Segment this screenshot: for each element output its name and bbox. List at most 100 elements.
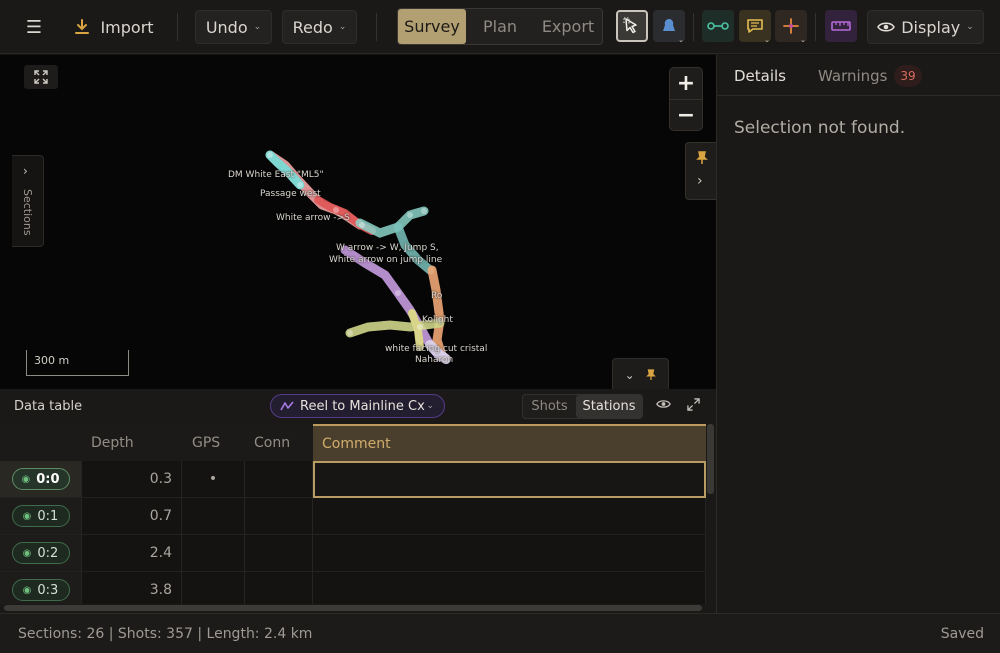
table-row[interactable]: ◉ 0:0 0.3 •: [0, 461, 706, 498]
import-icon: [75, 19, 90, 34]
gps-cell[interactable]: •: [182, 461, 245, 498]
eye-icon: [877, 22, 896, 32]
station-id: 0:1: [37, 508, 59, 524]
chevron-down-icon: ⌄: [338, 22, 347, 32]
chevron-down-icon: ⌄: [253, 22, 262, 32]
toggle-shots[interactable]: Shots: [523, 395, 576, 418]
fit-view-button[interactable]: [24, 65, 58, 89]
zoom-controls: + −: [669, 67, 703, 131]
chevron-down-icon: ⌄: [678, 36, 684, 44]
sections-panel-toggle[interactable]: › Sections: [12, 155, 44, 247]
conn-cell[interactable]: [245, 535, 313, 572]
station-pill[interactable]: ◉ 0:3: [11, 579, 70, 601]
map-label: White arrow on jump line: [329, 255, 443, 265]
chevron-right-icon: ›: [23, 164, 28, 178]
undo-button[interactable]: Undo ⌄: [195, 10, 272, 44]
map-label: Naharon: [415, 355, 454, 365]
scrollbar-thumb[interactable]: [4, 605, 702, 611]
table-row[interactable]: ◉ 0:2 2.4: [0, 535, 706, 572]
comment-tool-button[interactable]: ⌄: [739, 10, 771, 44]
depth-cell[interactable]: 0.3: [82, 461, 182, 498]
conn-cell[interactable]: [245, 461, 313, 498]
conn-cell[interactable]: [245, 498, 313, 535]
survey-summary: Sections: 26 | Shots: 357 | Length: 2.4 …: [18, 626, 313, 642]
scale-bar: 300 m: [26, 350, 129, 376]
sections-label: Sections: [21, 189, 34, 236]
spark-tool-icon: [783, 18, 799, 34]
tab-details[interactable]: Details: [734, 67, 786, 85]
menu-icon[interactable]: ☰: [20, 10, 48, 44]
ruler-icon: [831, 21, 851, 31]
map-label: White arrow ->S: [276, 213, 350, 223]
gps-cell[interactable]: [182, 498, 245, 535]
select-tool-button[interactable]: [616, 10, 648, 42]
tab-warnings[interactable]: Warnings: [818, 67, 888, 85]
station-id: 0:0: [36, 471, 60, 487]
map-canvas[interactable]: DM White East "ML5" Passage west White a…: [0, 55, 716, 389]
depth-cell[interactable]: 2.4: [82, 535, 182, 572]
import-label: Import: [100, 17, 154, 37]
map-label: W arrow -> W, Jump S,: [336, 243, 439, 253]
shot-link-button[interactable]: [702, 10, 734, 42]
expand-icon: [34, 70, 48, 84]
toolbar-divider: [693, 13, 694, 41]
ruler-button[interactable]: [825, 10, 857, 42]
chevron-right-icon[interactable]: ›: [697, 173, 703, 189]
station-pill[interactable]: ◉ 0:1: [11, 505, 70, 527]
eye-icon[interactable]: [656, 398, 671, 410]
horizontal-scrollbar[interactable]: [0, 604, 706, 613]
status-bar: Sections: 26 | Shots: 357 | Length: 2.4 …: [0, 613, 1000, 653]
column-conn[interactable]: Conn: [254, 424, 290, 461]
comment-editor[interactable]: [313, 461, 706, 498]
toolbar-divider: [376, 13, 377, 41]
station-dot-icon: ◉: [21, 473, 31, 485]
mode-plan[interactable]: Plan: [466, 9, 534, 44]
warnings-count-badge: 39: [894, 65, 922, 87]
station-dot-icon: ◉: [22, 547, 32, 559]
pin-icon[interactable]: [646, 368, 657, 381]
redo-button[interactable]: Redo ⌄: [282, 10, 357, 44]
map-label: Passage west: [260, 189, 321, 199]
import-button[interactable]: Import: [68, 10, 160, 44]
mode-survey[interactable]: Survey: [398, 9, 466, 44]
redo-label: Redo: [292, 17, 333, 37]
display-button[interactable]: Display ⌄: [867, 10, 984, 44]
mode-export[interactable]: Export: [534, 9, 602, 44]
spark-tool-button[interactable]: ⌄: [775, 10, 807, 44]
zoom-out-button[interactable]: −: [670, 100, 702, 131]
details-panel: Details Warnings 39 Selection not found.: [716, 55, 1000, 613]
pin-icon[interactable]: [696, 151, 708, 165]
toolbar-divider: [177, 13, 178, 41]
details-pin-panel: ›: [685, 142, 716, 200]
select-tool-icon: [623, 17, 637, 34]
table-collapse-tab: ⌄: [612, 358, 669, 389]
column-comment[interactable]: Comment: [313, 424, 706, 461]
map-label: white facing cut cristal: [385, 344, 488, 354]
station-cell[interactable]: ◉ 0:1: [0, 498, 82, 535]
shots-stations-toggle: Shots Stations: [522, 394, 643, 419]
scrollbar-thumb[interactable]: [707, 424, 714, 494]
station-tool-button[interactable]: ⌄: [653, 10, 685, 44]
station-cell[interactable]: ◉ 0:2: [0, 535, 82, 572]
display-label: Display: [901, 17, 961, 37]
gps-cell[interactable]: [182, 535, 245, 572]
table-row[interactable]: ◉ 0:1 0.7: [0, 498, 706, 535]
toolbar-divider: [815, 13, 816, 41]
depth-cell[interactable]: 0.7: [82, 498, 182, 535]
station-id: 0:2: [37, 545, 59, 561]
section-selector[interactable]: Reel to Mainline Cx ⌄: [270, 394, 445, 418]
station-cell[interactable]: ◉ 0:0: [0, 461, 82, 498]
column-gps[interactable]: GPS: [192, 424, 220, 461]
station-pill[interactable]: ◉ 0:0: [11, 468, 70, 490]
toggle-stations[interactable]: Stations: [576, 395, 642, 418]
comment-cell[interactable]: [313, 535, 706, 572]
station-id: 0:3: [37, 582, 59, 598]
table-header-row: Depth GPS Conn Comment: [0, 424, 706, 461]
comment-cell[interactable]: [313, 498, 706, 535]
zoom-in-button[interactable]: +: [670, 68, 702, 99]
expand-icon[interactable]: [687, 398, 700, 411]
chevron-down-icon[interactable]: ⌄: [625, 368, 635, 382]
vertical-scrollbar[interactable]: [706, 424, 716, 613]
column-depth[interactable]: Depth: [91, 424, 134, 461]
station-pill[interactable]: ◉ 0:2: [11, 542, 70, 564]
